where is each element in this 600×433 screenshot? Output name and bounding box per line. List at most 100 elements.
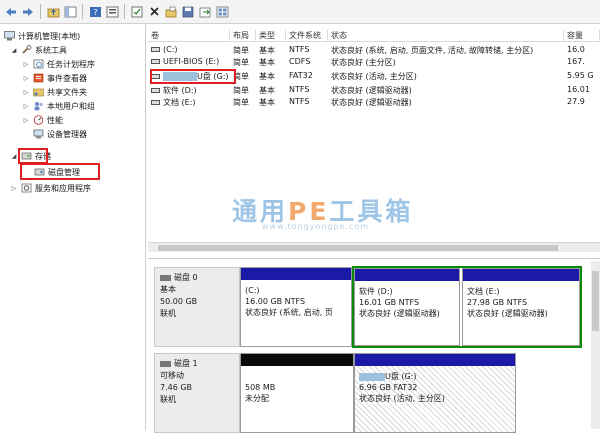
task-scheduler-icon xyxy=(33,59,44,69)
expand-arrow-icon[interactable]: ◢ xyxy=(10,152,18,160)
volume-name: (C:) xyxy=(151,45,178,54)
disk-icon xyxy=(160,274,171,281)
tree-shared-folders-label: 共享文件夹 xyxy=(47,87,87,97)
status-cell: 状态良好 (系统, 启动, 页面文件, 活动, 故障转储, 主分区) xyxy=(331,46,534,55)
logical-bar xyxy=(355,269,459,281)
back-icon[interactable] xyxy=(4,5,18,19)
toolbar: ? xyxy=(0,0,600,24)
capacity-cell: 16.0 xyxy=(567,45,585,54)
partition-unallocated[interactable]: 508 MB 未分配 xyxy=(240,353,354,433)
disk-icon xyxy=(160,360,171,367)
filesystem-cell: CDFS xyxy=(289,57,311,66)
column-header-layout[interactable]: 布局 xyxy=(230,30,256,41)
shared-folder-icon xyxy=(33,88,44,97)
drive-icon xyxy=(151,59,160,64)
tree-services-label: 服务和应用程序 xyxy=(35,183,91,193)
collapse-arrow-icon[interactable]: ▷ xyxy=(10,184,18,192)
tree-performance[interactable]: ▷ 性能 xyxy=(22,114,63,126)
collapse-arrow-icon[interactable]: ▷ xyxy=(22,60,30,68)
capacity-cell: 167. xyxy=(567,57,585,66)
toolbar-divider xyxy=(124,4,125,19)
tree-system-tools-label: 系统工具 xyxy=(35,45,67,55)
layout-cell: 简单 xyxy=(233,46,249,55)
type-cell: 基本 xyxy=(259,86,275,95)
partition-e[interactable]: 文档 (E:) 27.98 GB NTFS 状态良好 (逻辑驱动器) xyxy=(462,268,580,346)
type-cell: 基本 xyxy=(259,46,275,55)
tree-services[interactable]: ▷ 服务和应用程序 xyxy=(10,182,91,194)
partition-usb[interactable]: U盘 (G:) 6.96 GB FAT32 状态良好 (活动, 主分区) xyxy=(354,353,516,433)
column-header-volume[interactable]: 卷 xyxy=(148,30,230,41)
collapse-arrow-icon[interactable]: ▷ xyxy=(22,116,30,124)
disk-management-highlight xyxy=(20,163,100,180)
navigation-tree: 计算机管理(本地) ◢ 系统工具 ▷ 任务计划程序 ▷ 事件查看器 ▷ 共享文件… xyxy=(0,24,146,430)
column-header-status[interactable]: 状态 xyxy=(328,30,564,41)
tree-task-scheduler[interactable]: ▷ 任务计划程序 xyxy=(22,58,95,70)
disk0-label[interactable]: 磁盘 0 基本 50.00 GB 联机 xyxy=(154,267,240,347)
tree-event-viewer-label: 事件查看器 xyxy=(47,73,87,83)
horizontal-scrollbar[interactable] xyxy=(148,242,600,252)
volume-name: 软件 (D:) xyxy=(151,85,197,96)
scrollbar-thumb[interactable] xyxy=(592,271,599,331)
storage-highlight xyxy=(18,148,48,164)
forward-icon[interactable] xyxy=(21,5,35,19)
tree-event-viewer[interactable]: ▷ 事件查看器 xyxy=(22,72,87,84)
tree-root[interactable]: 计算机管理(本地) xyxy=(4,30,80,42)
open-folder-icon[interactable] xyxy=(164,5,178,19)
services-icon xyxy=(21,183,32,193)
tools-icon xyxy=(22,45,32,54)
partition-d[interactable]: 软件 (D:) 16.01 GB NTFS 状态良好 (逻辑驱动器) xyxy=(354,268,460,346)
scrollbar-thumb[interactable] xyxy=(158,245,558,251)
export-icon[interactable] xyxy=(198,5,212,19)
column-header-capacity[interactable]: 容量 xyxy=(564,30,600,41)
properties-icon[interactable] xyxy=(105,5,119,19)
partition-c[interactable]: (C:) 16.00 GB NTFS 状态良好 (系统, 启动, 页 xyxy=(240,267,352,347)
layout-cell: 简单 xyxy=(233,86,249,95)
drive-icon xyxy=(151,100,160,105)
show-tree-icon[interactable] xyxy=(63,5,77,19)
tree-system-tools[interactable]: ◢ 系统工具 xyxy=(10,44,67,56)
event-viewer-icon xyxy=(33,73,44,83)
table-row[interactable]: (C:) 简单 基本 NTFS 状态良好 (系统, 启动, 页面文件, 活动, … xyxy=(148,44,600,56)
filesystem-cell: NTFS xyxy=(289,85,310,94)
performance-icon xyxy=(33,115,44,125)
tree-device-manager-label: 设备管理器 xyxy=(47,129,87,139)
tree-device-manager[interactable]: 设备管理器 xyxy=(33,128,87,140)
unallocated-bar xyxy=(241,354,353,366)
toolbar-divider xyxy=(40,4,41,19)
delete-icon[interactable] xyxy=(147,5,161,19)
primary-bar xyxy=(355,354,515,366)
table-row[interactable]: 文档 (E:) 简单 基本 NTFS 状态良好 (逻辑驱动器) 27.9 xyxy=(148,96,600,108)
status-cell: 状态良好 (主分区) xyxy=(331,58,396,67)
volume-name: UEFI-BIOS (E:) xyxy=(151,57,219,66)
table-row[interactable]: UEFI-BIOS (E:) 简单 基本 CDFS 状态良好 (主分区) 167… xyxy=(148,56,600,68)
drive-icon xyxy=(151,88,160,93)
help-icon[interactable]: ? xyxy=(88,5,102,19)
table-row[interactable]: 软件 (D:) 简单 基本 NTFS 状态良好 (逻辑驱动器) 16.01 xyxy=(148,84,600,96)
filesystem-cell: NTFS xyxy=(289,97,310,106)
view-icon[interactable] xyxy=(215,5,229,19)
checklist-icon[interactable] xyxy=(130,5,144,19)
capacity-cell: 27.9 xyxy=(567,97,585,106)
vertical-scrollbar[interactable] xyxy=(591,261,600,429)
column-header-filesystem[interactable]: 文件系统 xyxy=(286,30,328,41)
up-folder-icon[interactable] xyxy=(46,5,60,19)
primary-bar xyxy=(241,268,351,280)
type-cell: 基本 xyxy=(259,58,275,67)
disk1-label[interactable]: 磁盘 1 可移动 7.46 GB 联机 xyxy=(154,353,240,433)
status-cell: 状态良好 (逻辑驱动器) xyxy=(331,86,412,95)
layout-cell: 简单 xyxy=(233,98,249,107)
collapse-arrow-icon[interactable]: ▷ xyxy=(22,88,30,96)
tree-local-users[interactable]: ▷ 本地用户和组 xyxy=(22,100,95,112)
filesystem-cell: NTFS xyxy=(289,45,310,54)
save-icon[interactable] xyxy=(181,5,195,19)
column-header-type[interactable]: 类型 xyxy=(256,30,286,41)
device-manager-icon xyxy=(33,129,44,139)
collapse-arrow-icon[interactable]: ▷ xyxy=(22,74,30,82)
svg-text:?: ? xyxy=(93,8,97,17)
status-cell: 状态良好 (逻辑驱动器) xyxy=(331,98,412,107)
expand-arrow-icon[interactable]: ◢ xyxy=(10,46,18,54)
collapse-arrow-icon[interactable]: ▷ xyxy=(22,102,30,110)
computer-management-icon xyxy=(4,31,15,41)
capacity-cell: 16.01 xyxy=(567,85,590,94)
tree-shared-folders[interactable]: ▷ 共享文件夹 xyxy=(22,86,87,98)
